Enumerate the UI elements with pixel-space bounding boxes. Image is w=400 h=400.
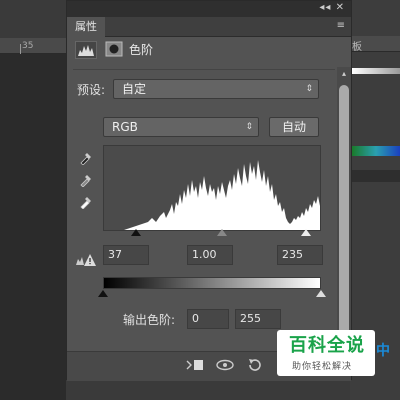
white-eyedropper-icon[interactable] xyxy=(79,195,93,210)
histogram xyxy=(103,145,321,231)
right-dock-tab-label: 板 xyxy=(352,42,362,53)
histogram-shape xyxy=(104,160,320,230)
auto-button[interactable]: 自动 xyxy=(269,117,319,137)
input-white-field[interactable]: 235 xyxy=(277,245,323,265)
levels-icon[interactable] xyxy=(75,41,97,59)
black-eyedropper-icon[interactable] xyxy=(79,151,93,166)
scroll-up-icon[interactable]: ▴ xyxy=(339,69,349,79)
updown-arrow-icon: ⇕ xyxy=(305,84,313,94)
clipping-warning-icon[interactable] xyxy=(75,253,97,267)
tab-properties[interactable]: 属性 xyxy=(67,17,105,37)
input-gamma-slider[interactable] xyxy=(217,229,227,236)
panel-tabbar: 属性 ≡ xyxy=(67,17,351,37)
gray-eyedropper-icon[interactable] xyxy=(79,173,93,188)
canvas-area xyxy=(0,54,66,400)
output-levels-label: 输出色阶: xyxy=(123,313,176,327)
output-white-field[interactable]: 255 xyxy=(235,309,281,329)
watermark-subtitle: 助你轻松解决 xyxy=(292,362,353,372)
visibility-icon[interactable] xyxy=(215,357,235,373)
watermark-side-text: 中 xyxy=(376,343,390,359)
mask-icon[interactable] xyxy=(105,41,123,57)
reset-icon[interactable] xyxy=(245,357,265,373)
updown-arrow-icon: ⇕ xyxy=(245,122,253,132)
output-black-slider[interactable] xyxy=(98,290,108,297)
properties-panel: ◂◂ ✕ 属性 ≡ 色阶 预设: 自定 ⇕ RGB ⇕ 自动 37 1.00 2… xyxy=(66,0,352,381)
panel-title: 色阶 xyxy=(129,43,154,57)
preset-label: 预设: xyxy=(77,83,106,97)
preset-value: 自定 xyxy=(122,82,147,96)
output-black-field[interactable]: 0 xyxy=(187,309,229,329)
ruler-tick xyxy=(20,44,21,54)
input-gamma-field[interactable]: 1.00 xyxy=(187,245,233,265)
panel-window-controls[interactable]: ◂◂ ✕ xyxy=(319,2,345,13)
output-gradient xyxy=(103,277,321,289)
scrollbar-thumb[interactable] xyxy=(339,85,349,335)
divider xyxy=(73,69,335,70)
input-black-slider[interactable] xyxy=(131,229,141,236)
preset-select[interactable]: 自定 ⇕ xyxy=(113,79,319,99)
right-dock-bar xyxy=(352,170,400,182)
input-black-field[interactable]: 37 xyxy=(103,245,149,265)
channel-value: RGB xyxy=(112,120,138,134)
panel-menu-icon[interactable]: ≡ xyxy=(337,20,345,31)
clip-to-layer-icon[interactable] xyxy=(185,357,205,373)
channel-select[interactable]: RGB ⇕ xyxy=(103,117,259,137)
ruler-number: 35 xyxy=(22,41,34,51)
output-white-slider[interactable] xyxy=(316,290,326,297)
right-dock-color-ramp[interactable] xyxy=(352,146,400,156)
watermark-title: 百科全说 xyxy=(289,335,365,356)
panel-titlebar[interactable]: ◂◂ ✕ xyxy=(67,1,351,17)
input-white-slider[interactable] xyxy=(301,229,311,236)
right-dock-slider[interactable] xyxy=(352,68,400,74)
